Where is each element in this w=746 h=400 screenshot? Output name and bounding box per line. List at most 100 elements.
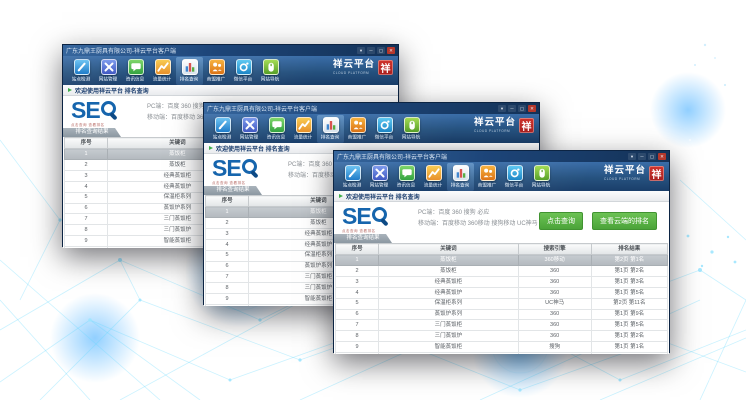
table-row[interactable]: 5保温柜系列UC神马第2页 第11名: [336, 298, 668, 309]
toolbar-item-message-info[interactable]: 资讯信息: [263, 115, 290, 143]
toolbar-item-rank-query[interactable]: 排名查询: [176, 57, 203, 85]
toolbar-item-site-nav[interactable]: 网站导航: [398, 115, 425, 143]
pc-engines-line: PC端：百度 360 搜狗 必应: [418, 208, 538, 219]
toolbar-item-wechat-platform[interactable]: 微信平台: [230, 57, 257, 85]
toolbar-item-site-nav[interactable]: 网站导航: [257, 57, 284, 85]
table-cell: 9: [65, 236, 108, 247]
rank-query-icon: [182, 59, 198, 75]
window-title: 广东九鼎王厨具有限公司-祥云平台客户端: [207, 104, 498, 113]
window-controls: ▾ ─ ▢ ✕: [357, 47, 395, 54]
toolbar-item-alliance-promo[interactable]: 商盟推广: [203, 57, 230, 85]
toolbar-item-label: 站点检测: [72, 76, 90, 82]
toolbar: 站点检测网站管理资讯信息 流量统计排名查询商盟推广微信平台网站导航 祥云平台 CL…: [63, 56, 398, 85]
tab-rank-results[interactable]: 排名查询结果: [334, 234, 392, 243]
brand-logo: 祥云平台 CLOUD PLATFORM 祥: [333, 60, 393, 75]
toolbar-item-site-check[interactable]: 站点检测: [68, 57, 95, 85]
brand-logo: 祥云平台 CLOUD PLATFORM 祥: [474, 118, 534, 133]
toolbar-item-wechat-platform[interactable]: 微信平台: [501, 163, 528, 191]
table-row[interactable]: 10智能蒸饭柜360第1页 第1名: [336, 353, 668, 354]
skin-icon[interactable]: ▾: [628, 153, 636, 160]
message-info-icon: [269, 117, 285, 133]
table-cell: 360: [518, 320, 591, 331]
toolbar-item-site-manage[interactable]: 网站管理: [366, 163, 393, 191]
toolbar-item-label: 资讯信息: [126, 76, 144, 82]
toolbar-item-site-manage[interactable]: 网站管理: [95, 57, 122, 85]
window-titlebar[interactable]: 广东九鼎王厨具有限公司-祥云平台客户端 ▾ ─ ▢ ✕: [204, 103, 539, 114]
table-row[interactable]: 2蒸饭柜360第1页 第2名: [336, 265, 668, 276]
table-cell: 3: [336, 276, 379, 287]
cloud-rank-button[interactable]: 查看云端的排名: [592, 212, 657, 230]
wechat-platform-icon: [236, 59, 252, 75]
toolbar-item-label: 流量统计: [424, 182, 442, 188]
table-cell: 7: [206, 272, 249, 283]
toolbar-item-message-info[interactable]: 资讯信息: [393, 163, 420, 191]
table-row[interactable]: 1蒸饭柜360移动第2页 第1名: [336, 255, 668, 266]
toolbar-item-label: 排名查询: [451, 182, 469, 188]
table-cell: 8: [206, 283, 249, 294]
brand-seal-icon: 祥: [649, 166, 664, 181]
toolbar-item-traffic-stats[interactable]: 流量统计: [290, 115, 317, 143]
table-row[interactable]: 6蒸饭炉系列360第1页 第9名: [336, 309, 668, 320]
toolbar-item-traffic-stats[interactable]: 流量统计: [149, 57, 176, 85]
minimize-icon[interactable]: ─: [367, 47, 375, 54]
table-cell: 360: [518, 287, 591, 298]
toolbar-item-message-info[interactable]: 资讯信息: [122, 57, 149, 85]
toolbar-item-site-manage[interactable]: 网站管理: [236, 115, 263, 143]
skin-icon[interactable]: ▾: [498, 105, 506, 112]
skin-icon[interactable]: ▾: [357, 47, 365, 54]
toolbar-item-alliance-promo[interactable]: 商盟推广: [474, 163, 501, 191]
query-button[interactable]: 点击查询: [539, 212, 583, 230]
toolbar-item-site-check[interactable]: 站点检测: [339, 163, 366, 191]
table-cell: 第1页 第1名: [591, 342, 667, 353]
minimize-icon[interactable]: ─: [508, 105, 516, 112]
table-cell: 10: [336, 353, 379, 354]
toolbar-item-label: 流量统计: [153, 76, 171, 82]
table-row[interactable]: 4经典蒸饭炉360第1页 第5名: [336, 287, 668, 298]
table-cell: 360: [518, 265, 591, 276]
toolbar-item-wechat-platform[interactable]: 微信平台: [371, 115, 398, 143]
brand-name: 祥云平台: [474, 118, 516, 128]
brand-subtitle: CLOUD PLATFORM: [474, 129, 516, 133]
close-icon[interactable]: ✕: [658, 153, 666, 160]
table-row[interactable]: 3经典蒸饭柜360第1页 第3名: [336, 276, 668, 287]
table-row[interactable]: 9智能蒸饭柜搜狗第1页 第1名: [336, 342, 668, 353]
window-titlebar[interactable]: 广东九鼎王厨具有限公司-祥云平台客户端 ▾ ─ ▢ ✕: [334, 151, 669, 162]
table-row[interactable]: 7三门蒸饭柜360第1页 第5名: [336, 320, 668, 331]
toolbar-item-site-check[interactable]: 站点检测: [209, 115, 236, 143]
toolbar-item-alliance-promo[interactable]: 商盟推广: [344, 115, 371, 143]
seo-logo: SE 点击查询 查看排名: [71, 99, 143, 128]
toolbar-item-rank-query[interactable]: 排名查询: [317, 115, 344, 143]
toolbar-item-label: 网站管理: [370, 182, 388, 188]
maximize-icon[interactable]: ▢: [648, 153, 656, 160]
wechat-platform-icon: [507, 165, 523, 181]
table-cell: 2: [206, 217, 249, 228]
magnifier-icon: [242, 159, 261, 178]
magnifier-icon: [372, 207, 391, 226]
close-icon[interactable]: ✕: [387, 47, 395, 54]
tab-rank-results[interactable]: 排名查询结果: [63, 128, 121, 137]
brand-logo: 祥云平台 CLOUD PLATFORM 祥: [604, 166, 664, 181]
column-header: 关键词: [379, 244, 518, 255]
traffic-stats-icon: [426, 165, 442, 181]
table-row[interactable]: 8三门蒸饭炉360第1页 第2名: [336, 331, 668, 342]
site-nav-icon: [534, 165, 550, 181]
window-title: 广东九鼎王厨具有限公司-祥云平台客户端: [66, 46, 357, 55]
minimize-icon[interactable]: ─: [638, 153, 646, 160]
toolbar-item-label: 站点检测: [343, 182, 361, 188]
table-cell: 10: [65, 247, 108, 248]
brand-subtitle: CLOUD PLATFORM: [604, 177, 646, 181]
table-cell: 2: [336, 265, 379, 276]
window-titlebar[interactable]: 广东九鼎王厨具有限公司-祥云平台客户端 ▾ ─ ▢ ✕: [63, 45, 398, 56]
maximize-icon[interactable]: ▢: [518, 105, 526, 112]
toolbar-item-traffic-stats[interactable]: 流量统计: [420, 163, 447, 191]
close-icon[interactable]: ✕: [528, 105, 536, 112]
brand-seal-icon: 祥: [519, 118, 534, 133]
search-engine-info: PC端：百度 360 搜狗 必应 移动端：百度移动 360移动 搜狗移动 UC神…: [418, 208, 538, 231]
toolbar-item-label: 微信平台: [234, 76, 252, 82]
toolbar-item-site-nav[interactable]: 网站导航: [528, 163, 555, 191]
table-cell: 1: [206, 207, 249, 218]
maximize-icon[interactable]: ▢: [377, 47, 385, 54]
table-cell: 8: [336, 331, 379, 342]
toolbar-item-rank-query[interactable]: 排名查询: [447, 163, 474, 191]
tab-rank-results[interactable]: 排名查询结果: [204, 186, 262, 195]
